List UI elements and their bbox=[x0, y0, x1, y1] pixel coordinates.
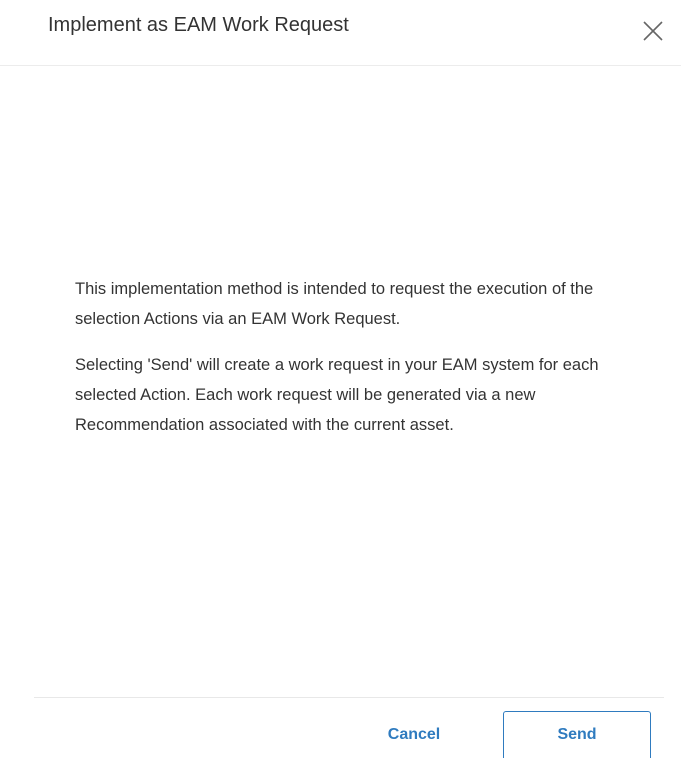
dialog-header: Implement as EAM Work Request bbox=[0, 0, 681, 66]
description-paragraph-1: This implementation method is intended t… bbox=[75, 280, 594, 328]
send-button[interactable]: Send bbox=[503, 711, 651, 758]
close-icon bbox=[643, 21, 663, 41]
dialog-title: Implement as EAM Work Request bbox=[48, 14, 349, 36]
footer-divider bbox=[34, 697, 664, 698]
description-paragraph-2: Selecting 'Send' will create a work requ… bbox=[75, 356, 599, 434]
close-button[interactable] bbox=[640, 18, 666, 44]
dialog-body: This implementation method is intended t… bbox=[75, 274, 635, 456]
cancel-button[interactable]: Cancel bbox=[372, 711, 456, 758]
implement-eam-work-request-dialog: Implement as EAM Work Request This imple… bbox=[0, 0, 681, 758]
